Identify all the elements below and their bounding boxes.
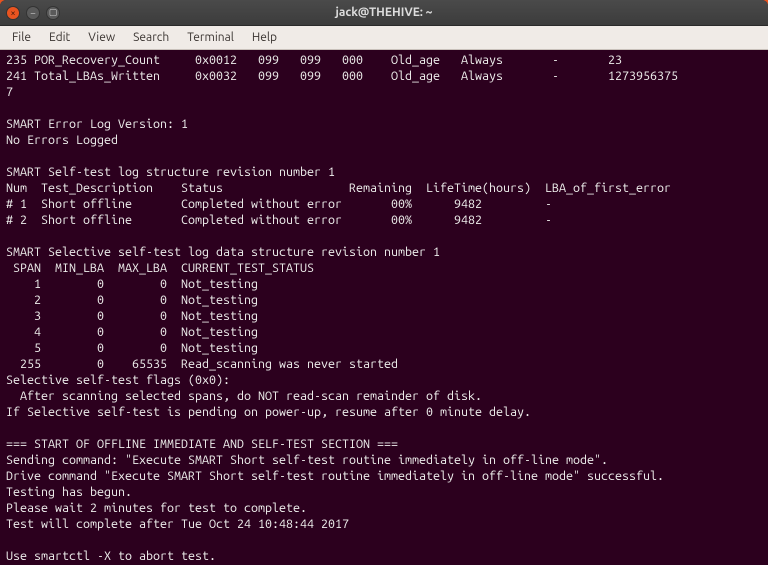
terminal-window: × – ▢ jack@THEHIVE: ~ File Edit View Sea… (0, 0, 768, 565)
menu-file[interactable]: File (4, 28, 39, 47)
menubar: File Edit View Search Terminal Help (0, 26, 768, 50)
titlebar[interactable]: × – ▢ jack@THEHIVE: ~ (0, 0, 768, 26)
menu-search[interactable]: Search (125, 28, 177, 47)
menu-edit[interactable]: Edit (41, 28, 78, 47)
menu-view[interactable]: View (80, 28, 123, 47)
maximize-button[interactable]: ▢ (46, 6, 60, 20)
menu-help[interactable]: Help (244, 28, 285, 47)
close-button[interactable]: × (6, 6, 20, 20)
menu-terminal[interactable]: Terminal (179, 28, 242, 47)
terminal-output[interactable]: 235 POR_Recovery_Count 0x0012 099 099 00… (0, 50, 768, 565)
window-title: jack@THEHIVE: ~ (0, 6, 768, 19)
window-controls: × – ▢ (6, 6, 60, 20)
minimize-button[interactable]: – (26, 6, 40, 20)
